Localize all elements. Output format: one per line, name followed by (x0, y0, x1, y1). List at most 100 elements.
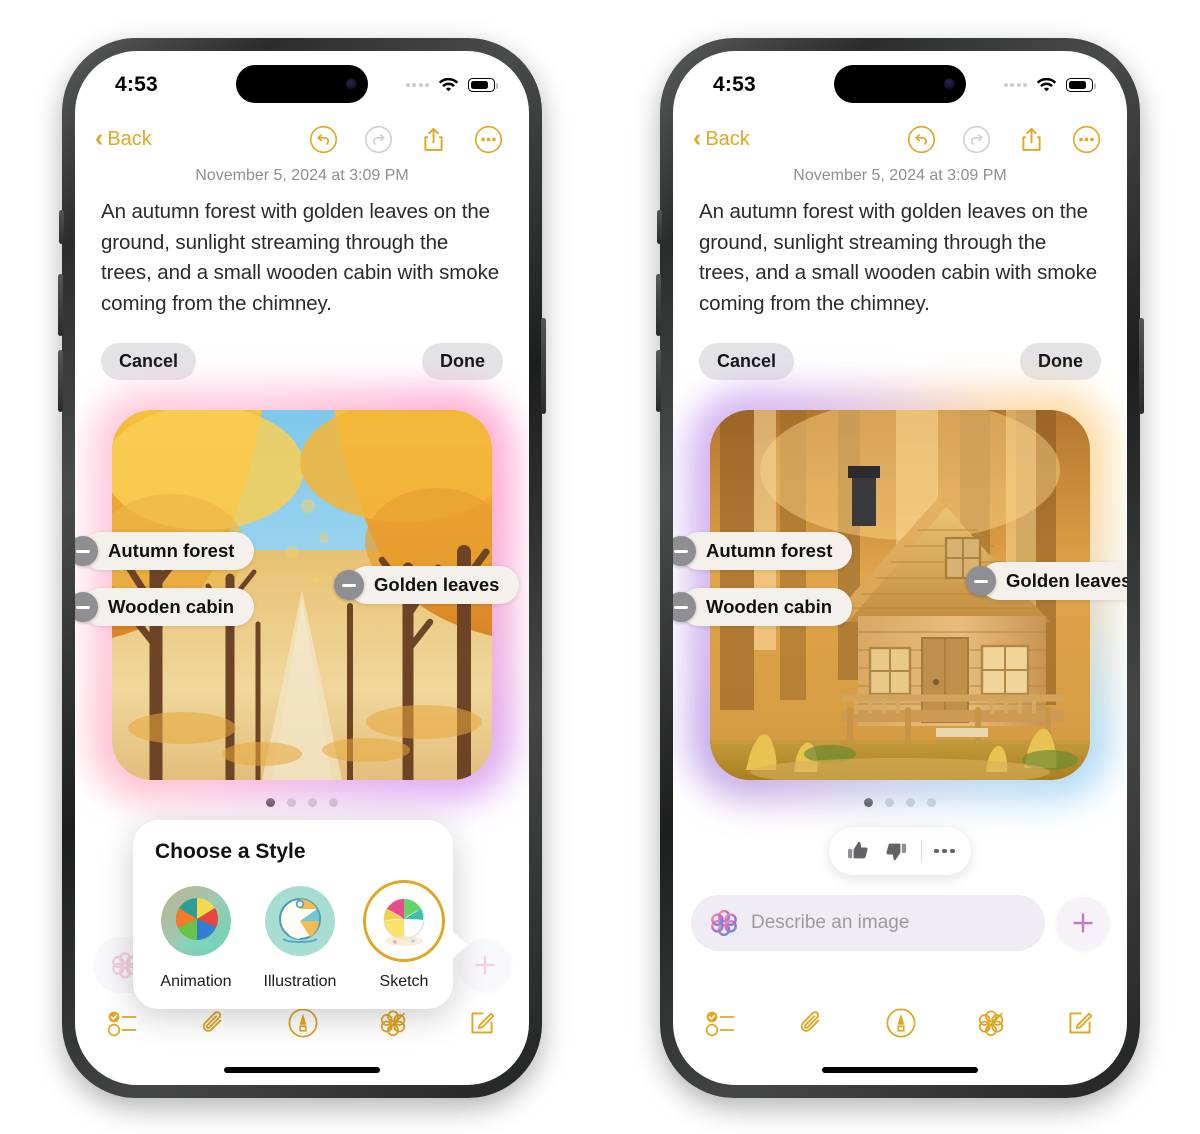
image-playground-icon[interactable] (975, 1007, 1007, 1039)
note-body-text: An autumn forest with golden leaves on t… (699, 200, 1098, 315)
screen-right: 4:53 ‹ Back November 5, 2024 at 3:09 PM … (673, 51, 1127, 1085)
back-button[interactable]: ‹ Back (95, 123, 152, 152)
thumbs-down-icon[interactable] (883, 838, 909, 864)
markup-pen-icon[interactable] (287, 1007, 319, 1039)
ellipsis-icon[interactable] (934, 848, 955, 854)
style-label: Animation (160, 973, 232, 990)
concept-chip-autumn-forest[interactable]: Autumn forest (75, 532, 255, 570)
image-playground-icon[interactable] (377, 1007, 409, 1039)
style-picker-title: Choose a Style (155, 840, 306, 863)
concept-chip-golden-leaves[interactable]: Golden leaves (966, 562, 1127, 600)
chevron-left-icon: ‹ (95, 123, 104, 152)
more-icon[interactable] (474, 125, 503, 154)
compose-icon[interactable] (467, 1008, 497, 1038)
volume-up-button[interactable] (656, 274, 661, 336)
style-option-illustration[interactable]: Illustration (259, 880, 341, 991)
remove-concept-icon[interactable] (334, 570, 364, 600)
generated-image-container: Autumn forest Wooden cabin Golden leaves (673, 388, 1127, 802)
power-button[interactable] (1139, 318, 1144, 414)
style-option-sketch[interactable]: Sketch (363, 880, 445, 991)
concept-label: Autumn forest (680, 532, 853, 570)
status-time: 4:53 (115, 73, 158, 96)
back-label: Back (705, 127, 750, 150)
concept-chip-golden-leaves[interactable]: Golden leaves (334, 566, 520, 604)
concept-label: Autumn forest (82, 532, 255, 570)
redo-icon[interactable] (962, 125, 991, 154)
concept-chip-autumn-forest[interactable]: Autumn forest (673, 532, 853, 570)
compose-icon[interactable] (1065, 1008, 1095, 1038)
concept-label: Golden leaves (348, 566, 520, 604)
concept-chip-wooden-cabin[interactable]: Wooden cabin (75, 588, 255, 626)
style-label: Sketch (379, 973, 429, 990)
paperclip-icon[interactable] (199, 1008, 229, 1038)
done-button[interactable]: Done (422, 343, 503, 380)
screen-left: 4:53 ‹ Back November 5, 2024 at 3:09 PM … (75, 51, 529, 1085)
back-button[interactable]: ‹ Back (693, 125, 750, 151)
redo-icon[interactable] (364, 125, 393, 154)
style-option-animation[interactable]: Animation (155, 880, 237, 991)
feedback-bar (829, 827, 971, 875)
note-timestamp: November 5, 2024 at 3:09 PM (195, 167, 409, 184)
silent-switch[interactable] (59, 210, 64, 244)
divider (921, 840, 923, 862)
status-bar: 4:53 (673, 51, 1127, 109)
describe-field[interactable] (691, 895, 1045, 951)
undo-icon[interactable] (309, 125, 338, 154)
add-image-button[interactable] (1057, 897, 1109, 949)
nav-actions (309, 125, 505, 154)
plus-icon (475, 955, 495, 975)
power-button[interactable] (541, 318, 546, 414)
dynamic-island (236, 65, 368, 103)
generated-image-container: Autumn forest Wooden cabin Golden leaves (75, 388, 520, 802)
concept-label: Wooden cabin (680, 588, 853, 626)
concept-chip-wooden-cabin[interactable]: Wooden cabin (673, 588, 853, 626)
status-time: 4:53 (713, 73, 756, 96)
paperclip-icon[interactable] (797, 1008, 827, 1038)
signal-dots-icon (405, 83, 429, 87)
cancel-button[interactable]: Cancel (699, 343, 795, 380)
style-options: Animation Illustration Sketch (155, 880, 445, 991)
home-indicator (822, 1067, 978, 1073)
undo-icon[interactable] (907, 125, 936, 154)
more-icon[interactable] (1072, 125, 1101, 154)
checklist-icon[interactable] (107, 1008, 141, 1038)
status-indicators (405, 77, 498, 93)
cancel-button[interactable]: Cancel (101, 343, 197, 380)
markup-pen-icon[interactable] (885, 1007, 917, 1039)
style-ring (259, 880, 341, 962)
status-indicators (1003, 77, 1096, 93)
nav-bar: ‹ Back (75, 109, 529, 161)
wifi-icon (1036, 77, 1057, 91)
volume-up-button[interactable] (58, 274, 63, 336)
share-icon[interactable] (1017, 125, 1046, 154)
action-row: Cancel Done (673, 319, 1127, 380)
action-row: Cancel Done (75, 319, 529, 380)
plus-icon (1073, 913, 1093, 933)
silent-switch[interactable] (657, 210, 662, 244)
battery-icon (468, 78, 498, 92)
volume-down-button[interactable] (656, 350, 661, 412)
bottom-toolbar (673, 995, 1127, 1051)
back-label: Back (107, 127, 152, 150)
concept-label: Golden leaves (980, 562, 1127, 600)
share-icon[interactable] (419, 125, 448, 154)
style-picker-popover: Choose a Style Animation Illustration Sk… (133, 820, 468, 1009)
concept-label: Wooden cabin (82, 588, 255, 626)
nav-bar: ‹ Back (673, 109, 1127, 161)
signal-dots-icon (1003, 83, 1027, 87)
thumbs-up-icon[interactable] (845, 838, 871, 864)
nav-actions (907, 125, 1103, 154)
screenshot-stage: 4:53 ‹ Back November 5, 2024 at 3:09 PM … (0, 0, 1200, 1134)
animation-style-icon (161, 886, 231, 956)
style-label: Illustration (263, 973, 337, 990)
done-button[interactable]: Done (1020, 343, 1101, 380)
phone-left: 4:53 ‹ Back November 5, 2024 at 3:09 PM … (58, 38, 546, 1098)
apple-intelligence-icon (711, 909, 737, 937)
note-timestamp: November 5, 2024 at 3:09 PM (793, 167, 1007, 184)
describe-input[interactable] (751, 912, 1027, 934)
remove-concept-icon[interactable] (966, 566, 996, 596)
volume-down-button[interactable] (58, 350, 63, 412)
illustration-style-icon (265, 886, 335, 956)
checklist-icon[interactable] (705, 1008, 739, 1038)
wifi-icon (438, 77, 459, 91)
